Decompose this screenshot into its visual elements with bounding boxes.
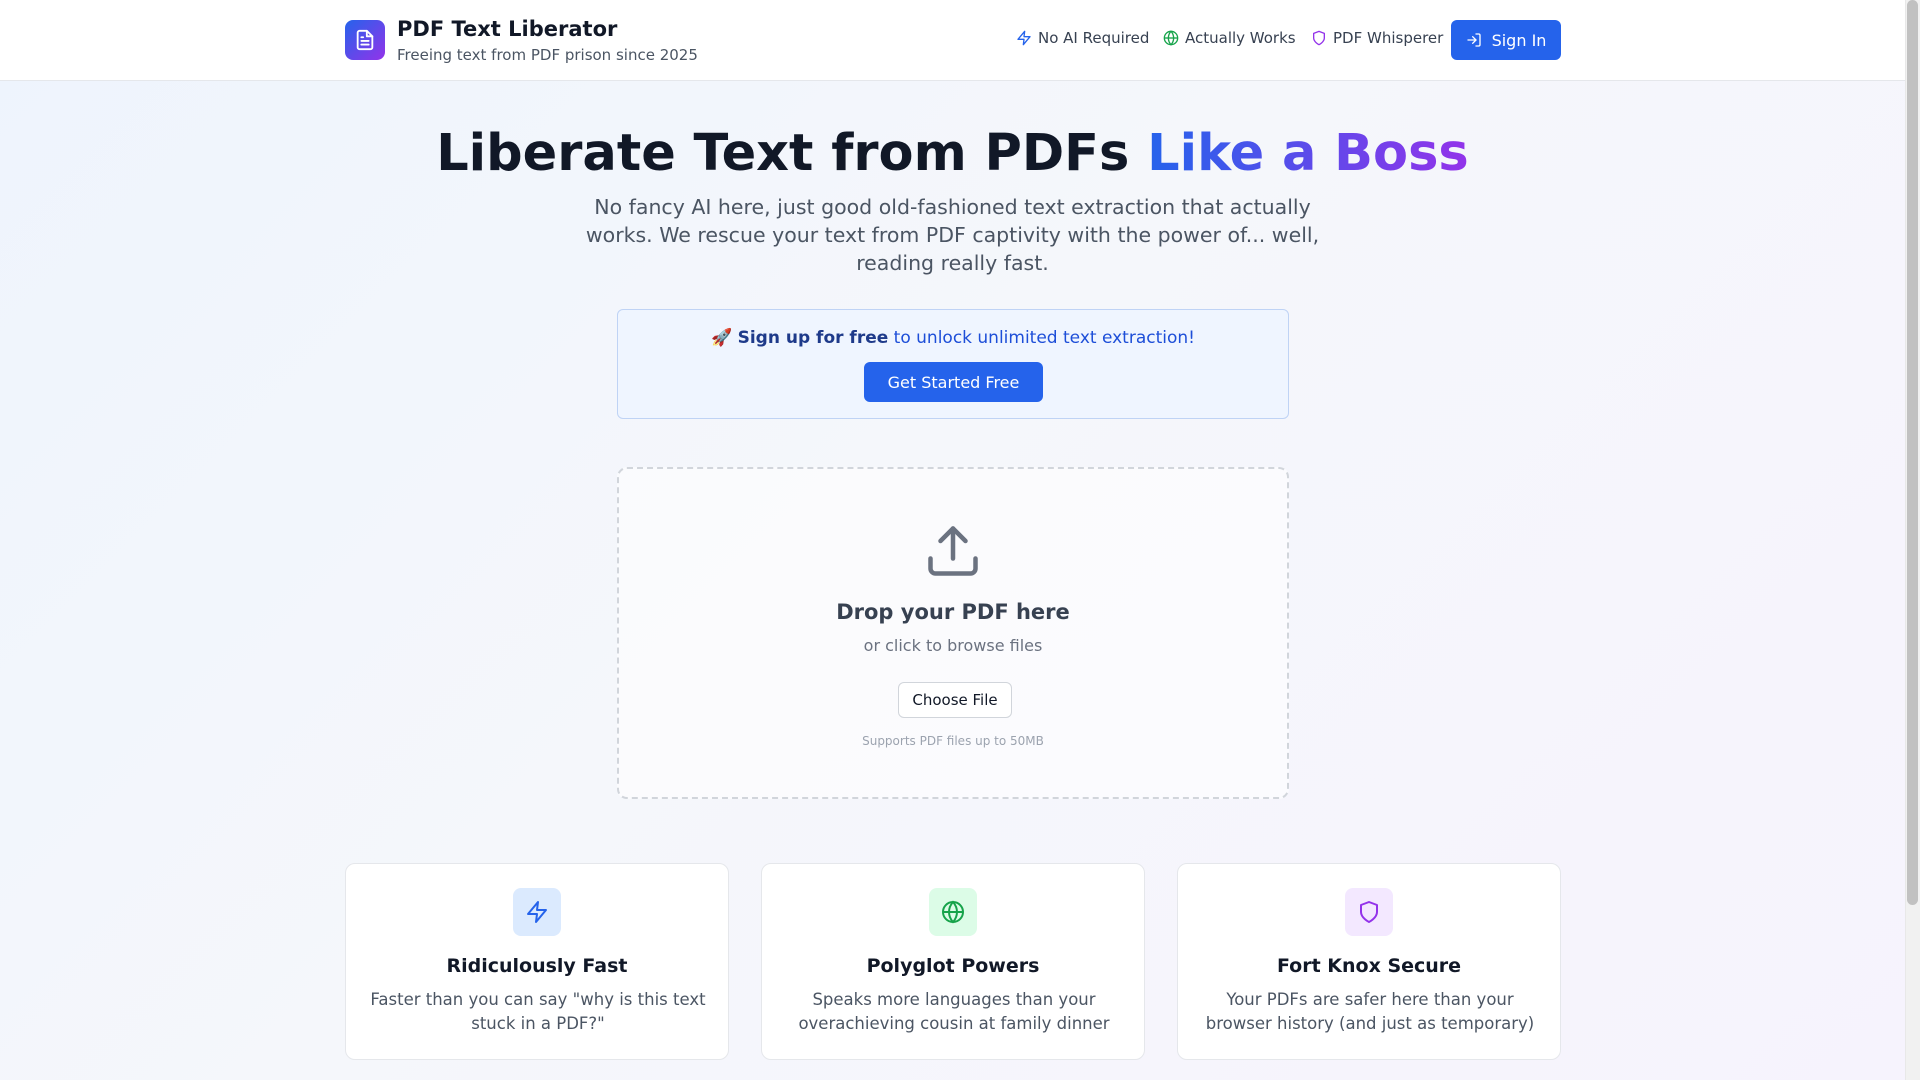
upload-icon [928, 526, 978, 576]
dropzone-title: Drop your PDF here [836, 600, 1070, 624]
lightning-icon [1017, 30, 1031, 46]
feature-title: Ridiculously Fast [446, 955, 628, 977]
file-size-note: Supports PDF files up to 50MB [862, 734, 1044, 748]
choose-file-button[interactable]: Choose File [898, 682, 1012, 718]
lightning-icon [513, 888, 561, 936]
signup-banner: 🚀 Sign up for free to unlock unlimited t… [617, 309, 1289, 419]
feature-description: Faster than you can say "why is this tex… [370, 990, 706, 1033]
globe-icon [1163, 30, 1179, 46]
signup-rest-text: to unlock unlimited text extraction! [888, 328, 1195, 348]
dropzone-subtitle: or click to browse files [863, 636, 1043, 655]
nav-label: PDF Whisperer [1333, 29, 1444, 47]
nav-item-no-ai[interactable]: No AI Required [1016, 29, 1149, 47]
nav-item-actually-works[interactable]: Actually Works [1163, 29, 1296, 47]
brand-subtitle: Freeing text from PDF prison since 2025 [397, 46, 698, 64]
shield-icon [1313, 30, 1325, 46]
sign-in-label: Sign In [1491, 30, 1547, 50]
pdf-dropzone[interactable]: Drop your PDF here or click to browse fi… [617, 467, 1289, 799]
logo-document-icon[interactable] [345, 20, 385, 60]
feature-title: Polyglot Powers [866, 955, 1040, 977]
hero-description: No fancy AI here, just good old-fashione… [585, 195, 1320, 275]
get-started-button[interactable]: Get Started Free [864, 362, 1043, 402]
feature-title: Fort Knox Secure [1276, 955, 1462, 977]
feature-card-polyglot: Polyglot Powers Speaks more languages th… [761, 863, 1145, 1060]
sign-in-button[interactable]: Sign In [1451, 20, 1561, 60]
login-icon [1466, 33, 1481, 47]
brand-title[interactable]: PDF Text Liberator [397, 17, 617, 41]
rocket-icon: 🚀 [711, 328, 733, 348]
hero-title: Liberate Text from PDFs Like a Boss [0, 124, 1905, 183]
hero-title-main: Liberate Text from PDFs [436, 124, 1148, 183]
hero-title-accent: Like a Boss [1147, 124, 1469, 183]
top-header: PDF Text Liberator Freeing text from PDF… [0, 0, 1905, 81]
scrollbar-thumb[interactable] [1907, 0, 1918, 905]
globe-icon [929, 888, 977, 936]
shield-icon [1345, 888, 1393, 936]
feature-description: Your PDFs are safer here than your brows… [1205, 990, 1535, 1033]
nav-label: No AI Required [1038, 29, 1150, 47]
feature-description: Speaks more languages than your overachi… [798, 990, 1110, 1033]
signup-banner-text: 🚀 Sign up for free to unlock unlimited t… [618, 328, 1288, 348]
nav-item-pdf-whisperer[interactable]: PDF Whisperer [1311, 29, 1443, 47]
feature-card-fast: Ridiculously Fast Faster than you can sa… [345, 863, 729, 1060]
feature-card-secure: Fort Knox Secure Your PDFs are safer her… [1177, 863, 1561, 1060]
signup-link[interactable]: Sign up for free [738, 328, 889, 348]
nav-label: Actually Works [1185, 29, 1296, 47]
